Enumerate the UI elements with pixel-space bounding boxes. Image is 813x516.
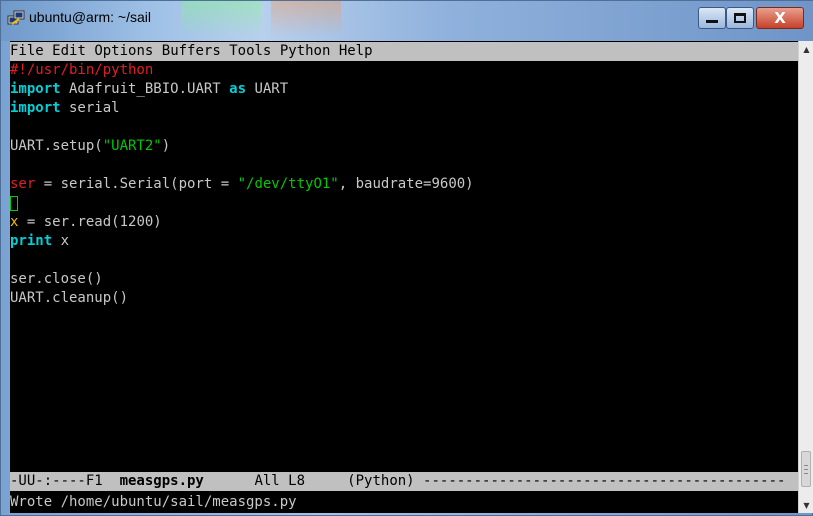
title-bar[interactable]: ubuntu@arm: ~/sail X bbox=[1, 1, 813, 41]
code-text: = serial.Serial(port = bbox=[35, 176, 238, 192]
text-cursor bbox=[10, 195, 18, 211]
minimize-button[interactable] bbox=[698, 7, 726, 29]
string-literal: "UART2" bbox=[102, 138, 162, 154]
keyword-import: import bbox=[10, 100, 61, 116]
close-button[interactable]: X bbox=[756, 7, 804, 29]
code-line-3[interactable]: import serial bbox=[10, 99, 120, 118]
menu-edit[interactable]: Edit bbox=[52, 43, 86, 59]
putty-icon[interactable] bbox=[7, 9, 25, 27]
mode-line-position: All L8 bbox=[203, 473, 348, 489]
maximize-icon bbox=[734, 13, 746, 23]
keyword-print: print bbox=[10, 233, 53, 249]
code-line-12[interactable]: ser.close() bbox=[10, 270, 103, 289]
mode-line-fill: ----------------------------------------… bbox=[414, 473, 786, 489]
code-line-5[interactable]: UART.setup("UART2") bbox=[10, 137, 170, 156]
variable-name: ser bbox=[10, 176, 36, 192]
module-name: Adafruit_BBIO.UART bbox=[60, 81, 230, 97]
maximize-button[interactable] bbox=[726, 7, 754, 29]
code-line-1[interactable]: #!/usr/bin/python bbox=[10, 61, 153, 80]
title-bar-decoration bbox=[271, 1, 341, 37]
mode-line-status: -UU-:----F1 bbox=[10, 473, 120, 489]
code-text: x bbox=[52, 233, 70, 249]
scroll-up-arrow-icon[interactable]: ▲ bbox=[799, 41, 813, 57]
scroll-down-arrow-icon[interactable]: ▼ bbox=[799, 497, 813, 513]
code-line-9[interactable]: x = ser.read(1200) bbox=[10, 213, 162, 232]
shebang-comment: #!/usr/bin/python bbox=[10, 62, 154, 78]
major-mode: (Python) bbox=[347, 473, 415, 489]
keyword-import: import bbox=[10, 81, 61, 97]
echo-area: Wrote /home/ubuntu/sail/measgps.py bbox=[10, 493, 297, 512]
echo-message: Wrote /home/ubuntu/sail/measgps.py bbox=[10, 494, 297, 510]
code-line-13[interactable]: UART.cleanup() bbox=[10, 289, 128, 308]
buffer-name: measgps.py bbox=[119, 473, 204, 489]
code-text: UART.setup( bbox=[10, 138, 103, 154]
code-text: ) bbox=[161, 138, 171, 154]
alias-name: UART bbox=[246, 81, 289, 97]
emacs-mode-line: -UU-:----F1 measgps.py All L8 (Python) -… bbox=[10, 472, 798, 491]
menu-file[interactable]: File bbox=[10, 43, 44, 59]
terminal-area[interactable]: File Edit Options Buffers Tools Python H… bbox=[10, 41, 798, 513]
code-line-2[interactable]: import Adafruit_BBIO.UART as UART bbox=[10, 80, 288, 99]
emacs-menu-bar: File Edit Options Buffers Tools Python H… bbox=[10, 42, 798, 61]
grip-line bbox=[804, 465, 808, 466]
code-line-8[interactable] bbox=[10, 194, 18, 213]
code-line-7[interactable]: ser = serial.Serial(port = "/dev/ttyO1",… bbox=[10, 175, 474, 194]
window-title: ubuntu@arm: ~/sail bbox=[29, 9, 151, 25]
menu-python[interactable]: Python bbox=[280, 43, 331, 59]
scrollbar-thumb[interactable] bbox=[801, 451, 811, 487]
title-bar-decoration bbox=[181, 1, 261, 37]
grip-line bbox=[804, 473, 808, 474]
minimize-icon bbox=[706, 20, 718, 23]
string-literal: "/dev/ttyO1" bbox=[237, 176, 339, 192]
close-icon: X bbox=[774, 9, 786, 27]
menu-tools[interactable]: Tools bbox=[229, 43, 271, 59]
code-text: ser.close() bbox=[10, 271, 103, 287]
menu-buffers[interactable]: Buffers bbox=[162, 43, 221, 59]
menu-help[interactable]: Help bbox=[339, 43, 373, 59]
terminal-window: ubuntu@arm: ~/sail X File Edit Options B… bbox=[0, 0, 813, 516]
grip-line bbox=[804, 469, 808, 470]
code-text: = ser.read(1200) bbox=[18, 214, 162, 230]
module-name: serial bbox=[60, 100, 120, 116]
code-line-10[interactable]: print x bbox=[10, 232, 69, 251]
vertical-scrollbar[interactable]: ▲ ▼ bbox=[798, 41, 813, 513]
keyword-as: as bbox=[229, 81, 247, 97]
code-text: UART.cleanup() bbox=[10, 290, 129, 306]
menu-options[interactable]: Options bbox=[94, 43, 153, 59]
code-text: , baudrate=9600) bbox=[338, 176, 474, 192]
